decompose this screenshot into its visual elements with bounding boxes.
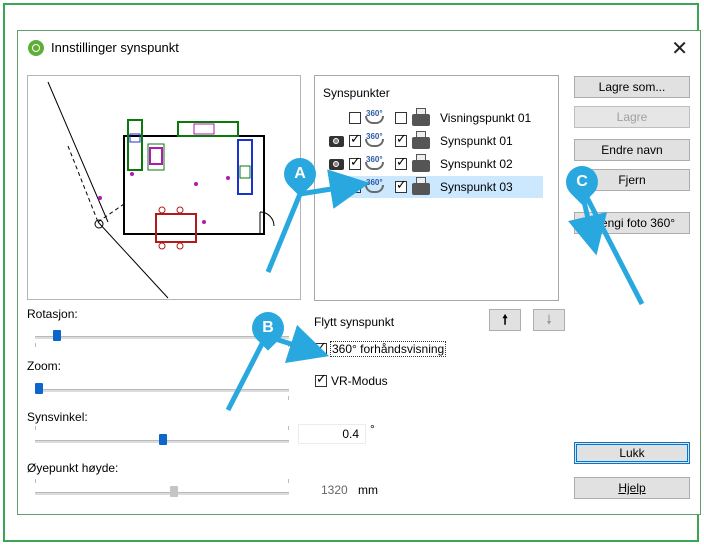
rotate-360-icon: 360°	[365, 178, 384, 193]
zoom-slider-track[interactable]	[35, 389, 289, 392]
eye-height-value: 1320	[321, 483, 348, 497]
eye-height-tick-max	[288, 479, 289, 483]
title-bar: Innstillinger synspunkt ✕	[18, 31, 700, 65]
viewpoint-label: Synspunkt 02	[440, 157, 513, 171]
rotation-slider-track[interactable]	[35, 336, 289, 339]
preview360-label[interactable]: 360° forhåndsvisning	[330, 341, 447, 357]
rotation-tick-min	[35, 343, 36, 347]
fov-tick-min	[35, 426, 36, 430]
viewpoint-list[interactable]: Synspunkter 360° Visningspunkt 01 360° S…	[314, 75, 559, 301]
print-checkbox[interactable]	[395, 155, 407, 170]
vr-mode-checkbox[interactable]	[315, 372, 327, 387]
list-item[interactable]: 360° Synspunkt 01	[315, 130, 558, 152]
help-button-label: Hjelp	[618, 481, 646, 495]
close-icon[interactable]: ✕	[671, 36, 688, 60]
callout-marker-b: B	[245, 305, 291, 351]
printer-icon	[412, 154, 430, 172]
rotate-360-icon: 360°	[365, 132, 384, 147]
move-up-button[interactable]: 🠕	[489, 309, 521, 331]
print-checkbox[interactable]	[395, 132, 407, 147]
fov-unit: °	[370, 422, 375, 436]
floor-plan-drawing	[47, 81, 275, 299]
camera-icon	[329, 159, 344, 170]
printer-icon	[412, 108, 430, 126]
eye-height-label: Øyepunkt høyde:	[27, 461, 119, 475]
printer-icon	[412, 131, 430, 149]
viewpoint-list-header: Synspunkter	[323, 86, 390, 100]
preview360-checkbox[interactable]	[315, 340, 327, 355]
vr-mode-label[interactable]: VR-Modus	[331, 374, 388, 388]
rotation-label: Rotasjon:	[27, 307, 78, 321]
move-down-button[interactable]: 🠗	[533, 309, 565, 331]
print-checkbox[interactable]	[395, 112, 407, 124]
eye-height-unit: mm	[358, 483, 378, 497]
save-as-button[interactable]: Lagre som...	[574, 76, 690, 98]
list-item-selected[interactable]: 360° Synspunkt 03	[347, 176, 543, 198]
settings-dialog: Innstillinger synspunkt ✕ Rotasjon: Zoom…	[17, 30, 701, 515]
zoom-slider-thumb[interactable]	[35, 383, 43, 394]
rotation-tick-max	[288, 343, 289, 347]
print-checkbox[interactable]	[395, 178, 407, 193]
vr-checkbox[interactable]	[349, 112, 361, 124]
arrow-up-icon: 🠕	[502, 313, 508, 328]
vr-checkbox[interactable]	[349, 155, 361, 170]
help-button[interactable]: Hjelp	[574, 477, 690, 499]
eye-height-tick-min	[35, 479, 36, 483]
vr-checkbox[interactable]	[349, 132, 361, 147]
rotation-slider-thumb[interactable]	[53, 330, 61, 341]
list-item[interactable]: 360° Visningspunkt 01	[315, 107, 558, 129]
close-button[interactable]: Lukk	[574, 442, 690, 464]
vr-checkbox[interactable]	[349, 178, 361, 193]
callout-marker-c: C	[559, 159, 605, 205]
callout-b-letter: B	[262, 319, 274, 336]
list-item[interactable]: 360° Synspunkt 02	[315, 153, 558, 175]
callout-c-letter: C	[576, 173, 588, 190]
move-viewpoint-label: Flytt synspunkt	[314, 315, 395, 329]
viewpoint-label: Synspunkt 03	[440, 180, 513, 194]
fov-slider-thumb[interactable]	[159, 434, 167, 445]
app-logo-icon	[28, 40, 44, 56]
viewpoint-label: Synspunkt 01	[440, 134, 513, 148]
fov-label: Synsvinkel:	[27, 410, 88, 424]
dialog-title: Innstillinger synspunkt	[51, 40, 179, 55]
save-button[interactable]: Lagre	[574, 106, 690, 128]
fov-tick-max	[288, 426, 289, 430]
arrow-down-icon: 🠗	[546, 313, 552, 328]
floor-plan-preview[interactable]	[27, 75, 301, 300]
render-360-photo-button[interactable]: Gjengi foto 360°	[574, 212, 690, 234]
viewpoint-label: Visningspunkt 01	[440, 111, 532, 125]
rotate-360-icon: 360°	[365, 109, 384, 124]
zoom-label: Zoom:	[27, 359, 62, 373]
eye-height-slider-thumb	[170, 486, 178, 497]
camera-icon	[329, 136, 344, 147]
callout-a-letter: A	[294, 165, 306, 182]
zoom-tick-max	[288, 396, 289, 400]
printer-icon	[412, 177, 430, 195]
eye-height-slider-track	[35, 492, 289, 495]
callout-marker-a: A	[277, 151, 323, 197]
rename-button[interactable]: Endre navn	[574, 139, 690, 161]
rotate-360-icon: 360°	[365, 155, 384, 170]
fov-value-input[interactable]: 0.4	[298, 424, 366, 444]
